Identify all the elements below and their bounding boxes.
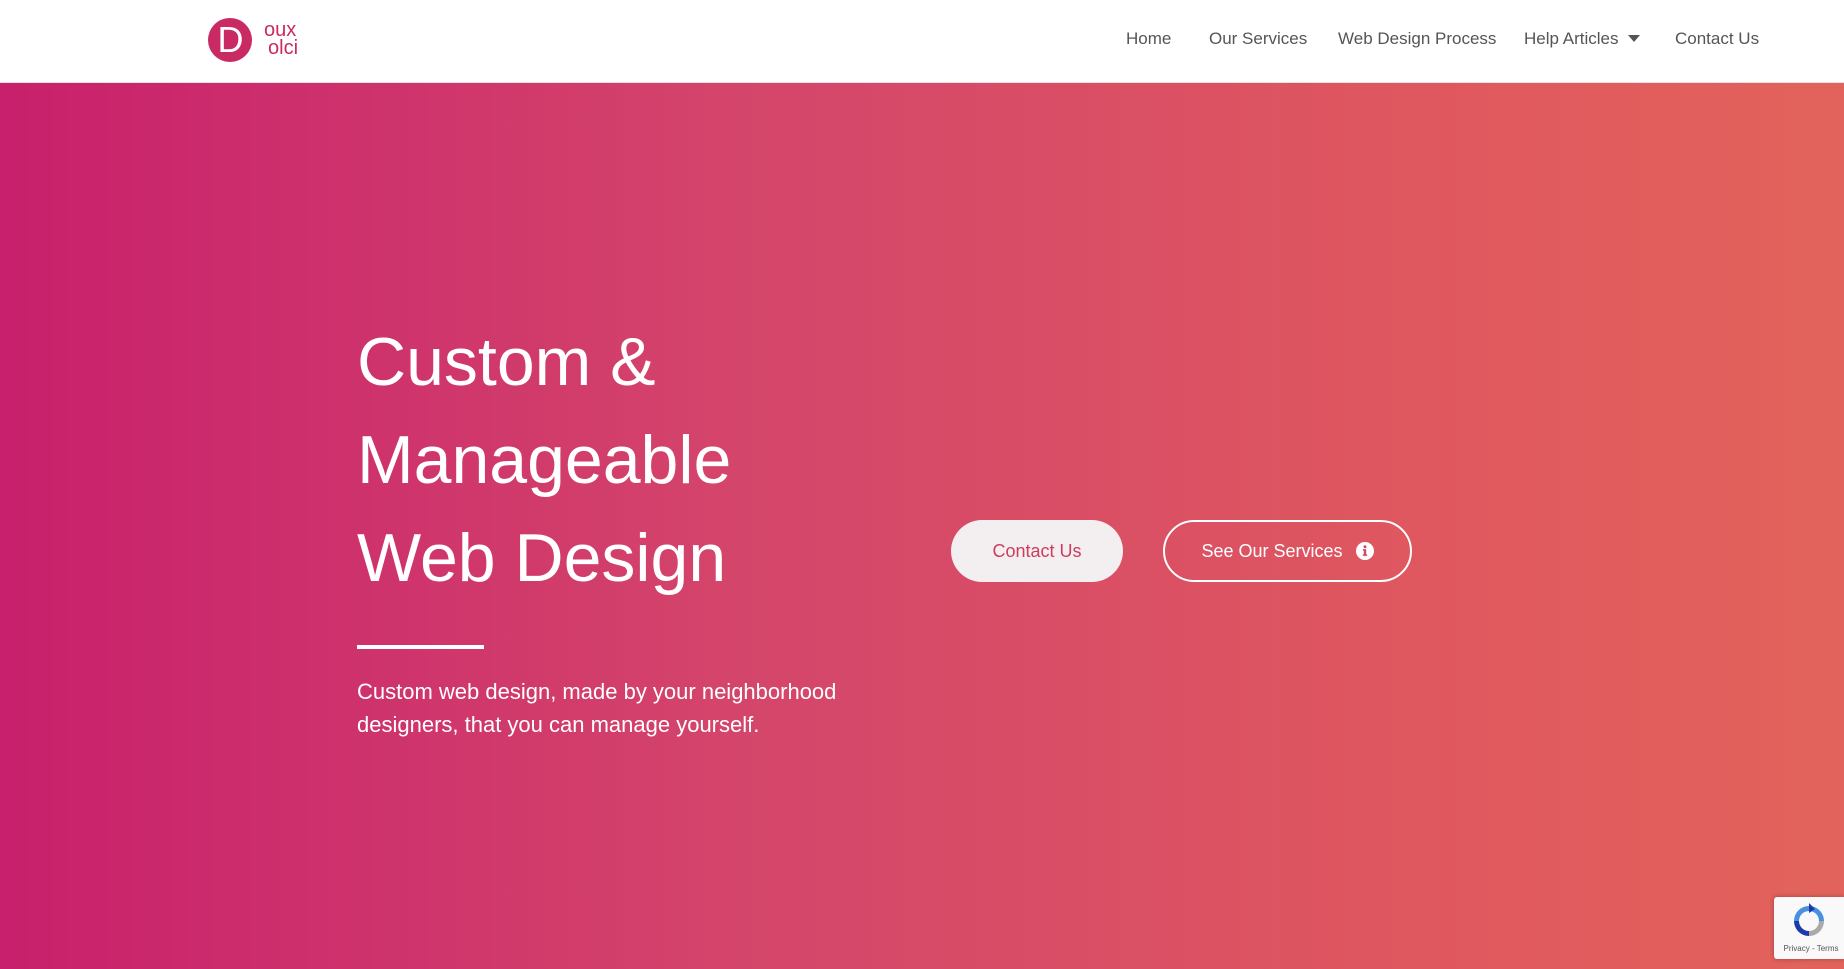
recaptcha-links[interactable]: Privacy - Terms	[1780, 944, 1842, 953]
logo-text-line2: olci	[268, 37, 299, 59]
see-our-services-label: See Our Services	[1201, 540, 1343, 561]
recaptcha-icon	[1794, 903, 1824, 936]
hero-subtitle: Custom web design, made by your neighbor…	[357, 679, 837, 737]
nav-item-help-articles-label: Help Articles	[1524, 29, 1619, 48]
nav-item-home[interactable]: Home	[1126, 28, 1171, 50]
hero-title: Custom & Manageable Web Design	[357, 313, 917, 607]
hero-section: Custom & Manageable Web Design Custom we…	[0, 83, 1844, 969]
hero-divider	[357, 645, 484, 649]
see-our-services-button[interactable]: See Our Services	[1163, 520, 1412, 582]
site-logo[interactable]: D oux olci	[208, 18, 298, 64]
nav-item-contact-us[interactable]: Contact Us	[1675, 28, 1759, 50]
info-circle-icon	[1355, 542, 1374, 560]
contact-us-button[interactable]: Contact Us	[951, 520, 1123, 582]
site-header: D oux olci Home Our Services Web Design …	[0, 0, 1844, 83]
caret-down-icon	[1628, 35, 1641, 42]
nav-item-our-services[interactable]: Our Services	[1209, 28, 1307, 50]
hero-title-line: Custom &	[357, 324, 656, 400]
recaptcha-badge[interactable]: Privacy - Terms	[1774, 897, 1844, 959]
nav-item-help-articles[interactable]: Help Articles	[1524, 28, 1641, 50]
logo-initial: D	[217, 19, 244, 60]
hero-title-line: Manageable	[357, 422, 732, 498]
nav-item-web-design-process[interactable]: Web Design Process	[1338, 28, 1496, 50]
hero-title-line: Web Design	[357, 520, 727, 596]
